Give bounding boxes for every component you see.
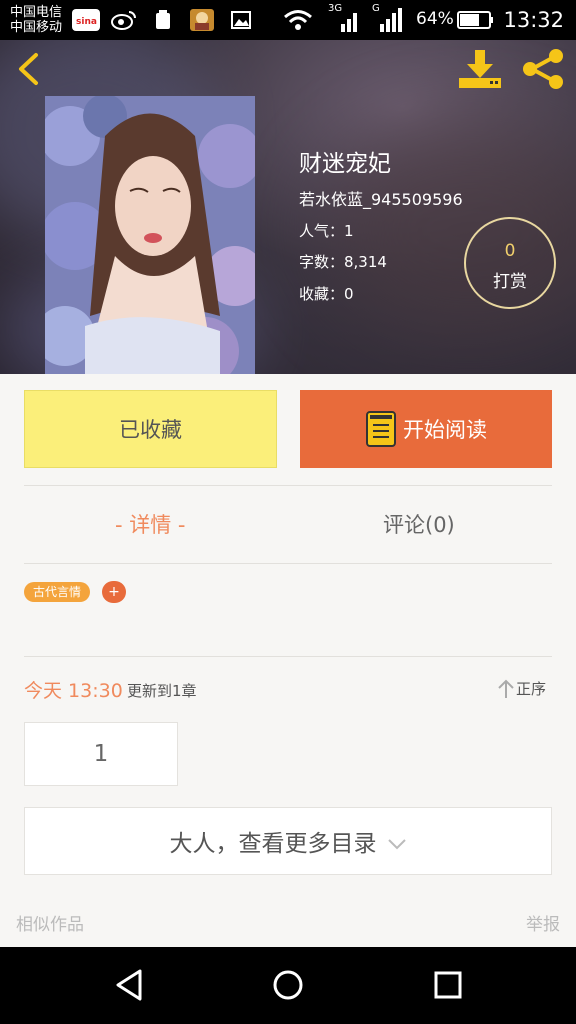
favorite-button[interactable]: 已收藏	[24, 390, 277, 468]
wifi-icon	[282, 9, 314, 31]
book-author[interactable]: 若水依蓝_945509596	[299, 186, 463, 210]
download-button[interactable]	[457, 48, 503, 90]
triangle-back-icon	[116, 969, 142, 1001]
svg-text:sina: sina	[76, 17, 97, 27]
chapter-item[interactable]: 1	[24, 722, 178, 786]
more-catalog-button[interactable]: 大人，查看更多目录	[24, 807, 552, 875]
book-icon	[366, 411, 396, 447]
chevron-down-icon	[387, 839, 406, 850]
reward-button[interactable]: 0 打赏	[464, 217, 556, 309]
more-catalog-label: 大人，查看更多目录	[169, 831, 377, 857]
download-icon	[459, 50, 501, 88]
similar-works-label: 相似作品	[16, 915, 84, 935]
signal-3g-label: 3G	[328, 3, 343, 14]
arrow-up-icon	[498, 679, 514, 698]
share-button[interactable]	[520, 48, 566, 90]
tab-detail[interactable]: - 详情 -	[115, 505, 186, 545]
update-time: 今天 13:30	[24, 680, 123, 702]
back-button[interactable]	[14, 52, 44, 86]
reward-label: 打赏	[493, 272, 527, 292]
start-reading-label: 开始阅读	[403, 418, 487, 442]
genre-tag[interactable]: 古代言情	[24, 582, 91, 602]
status-bar: 中国电信 中国移动 sina 3G G 64% 13:32	[0, 0, 576, 40]
carrier-line2: 中国移动	[10, 20, 63, 35]
circle-home-icon	[273, 970, 303, 1000]
add-tag-button[interactable]: +	[102, 581, 126, 603]
popularity-label: 人气：1	[299, 222, 354, 240]
battery-icon	[456, 9, 496, 31]
clock: 13:32	[503, 8, 564, 32]
signal-g-label: G	[372, 3, 380, 14]
nav-back-button[interactable]	[108, 965, 152, 1005]
sina-icon: sina	[72, 9, 100, 31]
favorites-count-label: 收藏：0	[299, 285, 354, 303]
share-icon	[523, 49, 563, 89]
reward-count: 0	[504, 241, 516, 261]
divider	[24, 656, 552, 657]
word-count-label: 字数：8,314	[299, 253, 387, 271]
carrier-line1: 中国电信	[10, 5, 63, 20]
game-icon	[190, 9, 214, 31]
start-reading-button[interactable]: 开始阅读	[300, 390, 552, 468]
square-recents-icon	[434, 971, 462, 999]
nav-home-button[interactable]	[266, 965, 310, 1005]
navigation-bar	[0, 947, 576, 1024]
tab-comments[interactable]: 评论(0)	[383, 505, 455, 545]
nav-recents-button[interactable]	[426, 965, 470, 1005]
sort-toggle[interactable]: 正序	[496, 678, 546, 699]
chevron-left-icon	[19, 53, 38, 85]
update-info: 更新到1章	[127, 682, 197, 700]
book-cover[interactable]	[45, 96, 255, 374]
divider	[24, 563, 552, 564]
book-header: 财迷宠妃 若水依蓝_945509596 人气：1 字数：8,314 收藏：0 0…	[0, 40, 576, 374]
favorite-label: 已收藏	[119, 418, 182, 442]
sort-label: 正序	[516, 680, 547, 698]
battery-percent: 64%	[416, 9, 454, 29]
recycle-icon	[152, 9, 174, 31]
report-link[interactable]: 举报	[526, 910, 560, 935]
carrier-info: 中国电信 中国移动	[10, 5, 62, 35]
image-icon	[230, 9, 252, 31]
book-title: 财迷宠妃	[299, 151, 391, 177]
weibo-icon	[110, 9, 138, 31]
divider	[24, 485, 552, 486]
